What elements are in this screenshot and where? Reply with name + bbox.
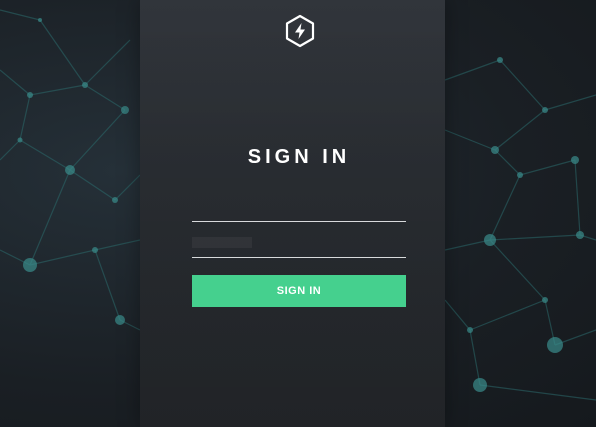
page-title: SIGN IN	[247, 146, 351, 168]
login-screen: SIGN IN SIGN IN	[0, 0, 596, 427]
username-field[interactable]	[192, 196, 406, 222]
sign-in-button[interactable]: SIGN IN	[192, 275, 406, 307]
login-panel: SIGN IN SIGN IN	[140, 0, 445, 427]
lightning-hexagon-icon[interactable]	[284, 14, 316, 48]
password-field[interactable]	[192, 232, 406, 258]
